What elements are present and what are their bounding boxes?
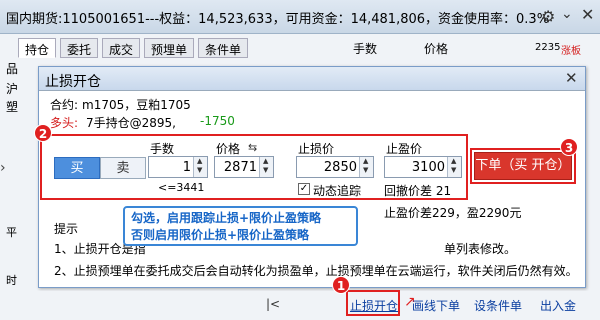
tip-line-2: 2、止损预埋单在委托成交后会自动转化为损盈单，止损预埋单在云端运行，软件关闭后仍… [54, 264, 578, 278]
tab-trades[interactable]: 成交 [102, 38, 141, 58]
place-order-button[interactable]: 下单（买 开仓） [474, 152, 572, 180]
conditional-order-link[interactable]: 设条件单 [474, 297, 522, 314]
position-pnl: -1750 [200, 114, 235, 128]
title-bar: 国内期货:1105001651---权益：14,523,633，可用资金：14,… [0, 0, 600, 34]
dialog-title: 止损开仓 [45, 74, 101, 90]
draw-line-order-link[interactable]: 画线下单 [412, 297, 460, 314]
price-value: 2871 [223, 160, 257, 175]
qty-value: 1 [182, 160, 191, 175]
take-profit-value: 3100 [411, 160, 445, 175]
price-label-bg: 价格 [424, 42, 449, 56]
contract-value: m1705，豆粕1705 [82, 98, 191, 112]
arrow-down-icon[interactable]: ▼ [363, 166, 368, 174]
qty-limit-hint: <=3441 [158, 181, 205, 194]
arrow-up-icon[interactable]: ▲ [263, 157, 268, 165]
step-badge-1: 1 [332, 276, 350, 294]
row-fragment: 品 [6, 62, 19, 76]
buy-button[interactable]: 买 [54, 157, 100, 179]
dialog-header: 止损开仓 ✕ [39, 67, 585, 91]
position-label: 多头: [50, 116, 79, 130]
step-badge-3: 3 [560, 138, 578, 156]
arrow-down-icon[interactable]: ▼ [197, 166, 202, 174]
tab-preset-orders[interactable]: 预埋单 [144, 38, 195, 58]
row-fragment: 沪 [6, 82, 19, 96]
contract-label: 合约: [50, 98, 79, 112]
arrow-up-icon[interactable]: ▲ [363, 157, 368, 165]
tips-header: 提示 [54, 222, 79, 236]
chevron-right-icon[interactable]: › [0, 160, 6, 176]
account-summary: 国内期货:1105001651---权益：14,523,633，可用资金：14,… [6, 12, 550, 27]
trailing-stop-callout: 勾选，启用跟踪止损+限价止盈策略 否则启用限价止损+限价止盈策略 [123, 206, 358, 246]
pullback-label: 回撤价差 21 [384, 184, 452, 198]
code-fragment: 2235 [535, 42, 561, 53]
position-value: 7手持仓@2895, [86, 116, 176, 130]
row-fragment: 塑 [6, 100, 19, 114]
tab-conditional-orders[interactable]: 条件单 [198, 38, 249, 58]
take-profit-stepper[interactable]: 3100 ▲ ▼ [384, 156, 462, 178]
price-label: 价格 [216, 142, 241, 156]
callout-line-1: 勾选，启用跟踪止损+限价止盈策略 [131, 211, 322, 225]
trailing-stop-label: 动态追踪 [313, 184, 362, 198]
hands-label-bg: 手数 [353, 42, 378, 56]
callout-line-2: 否则启用限价止损+限价止盈策略 [131, 228, 310, 242]
price-stepper[interactable]: 2871 ▲ ▼ [214, 156, 274, 178]
arrow-up-icon[interactable]: ▲ [197, 157, 202, 165]
stop-loss-stepper[interactable]: 2850 ▲ ▼ [296, 156, 374, 178]
tip-line-1-end: 单列表修改。 [444, 242, 517, 256]
link-toggle-icon[interactable]: ⇆ [248, 141, 257, 154]
deposit-withdraw-link[interactable]: 出入金 [540, 297, 576, 314]
arrow-down-icon[interactable]: ▼ [451, 166, 456, 174]
close-icon[interactable]: ✕ [581, 5, 594, 24]
arrow-up-icon[interactable]: ▲ [451, 157, 456, 165]
position-tabs: 持仓 委托 成交 预埋单 条件单 [18, 38, 249, 58]
stop-loss-label: 止损价 [298, 142, 335, 156]
tab-positions[interactable]: 持仓 [18, 38, 57, 58]
chevron-down-icon[interactable]: ⌄ [561, 6, 573, 22]
stop-loss-value: 2850 [323, 160, 357, 175]
first-page-icon[interactable]: |< [266, 297, 280, 311]
profit-diff-text: 止盈价差229，盈2290元 [384, 206, 522, 220]
close-icon[interactable]: ✕ [565, 69, 578, 87]
take-profit-label: 止盈价 [386, 142, 423, 156]
limit-up-label: 涨板 [561, 46, 581, 57]
step-badge-2: 2 [34, 124, 52, 142]
arrow-down-icon[interactable]: ▼ [263, 166, 268, 174]
gear-icon[interactable]: ⚙ [541, 7, 555, 26]
qty-label: 手数 [150, 142, 175, 156]
tab-orders[interactable]: 委托 [60, 38, 99, 58]
sell-button[interactable]: 卖 [100, 157, 146, 179]
stop-loss-open-link[interactable]: 止损开仓 [350, 297, 398, 314]
qty-stepper[interactable]: 1 ▲ ▼ [148, 156, 208, 178]
trailing-stop-checkbox[interactable]: ✓ [298, 183, 310, 195]
close-position-fragment[interactable]: 平 [6, 224, 17, 240]
time-fragment: 时 [6, 274, 17, 287]
